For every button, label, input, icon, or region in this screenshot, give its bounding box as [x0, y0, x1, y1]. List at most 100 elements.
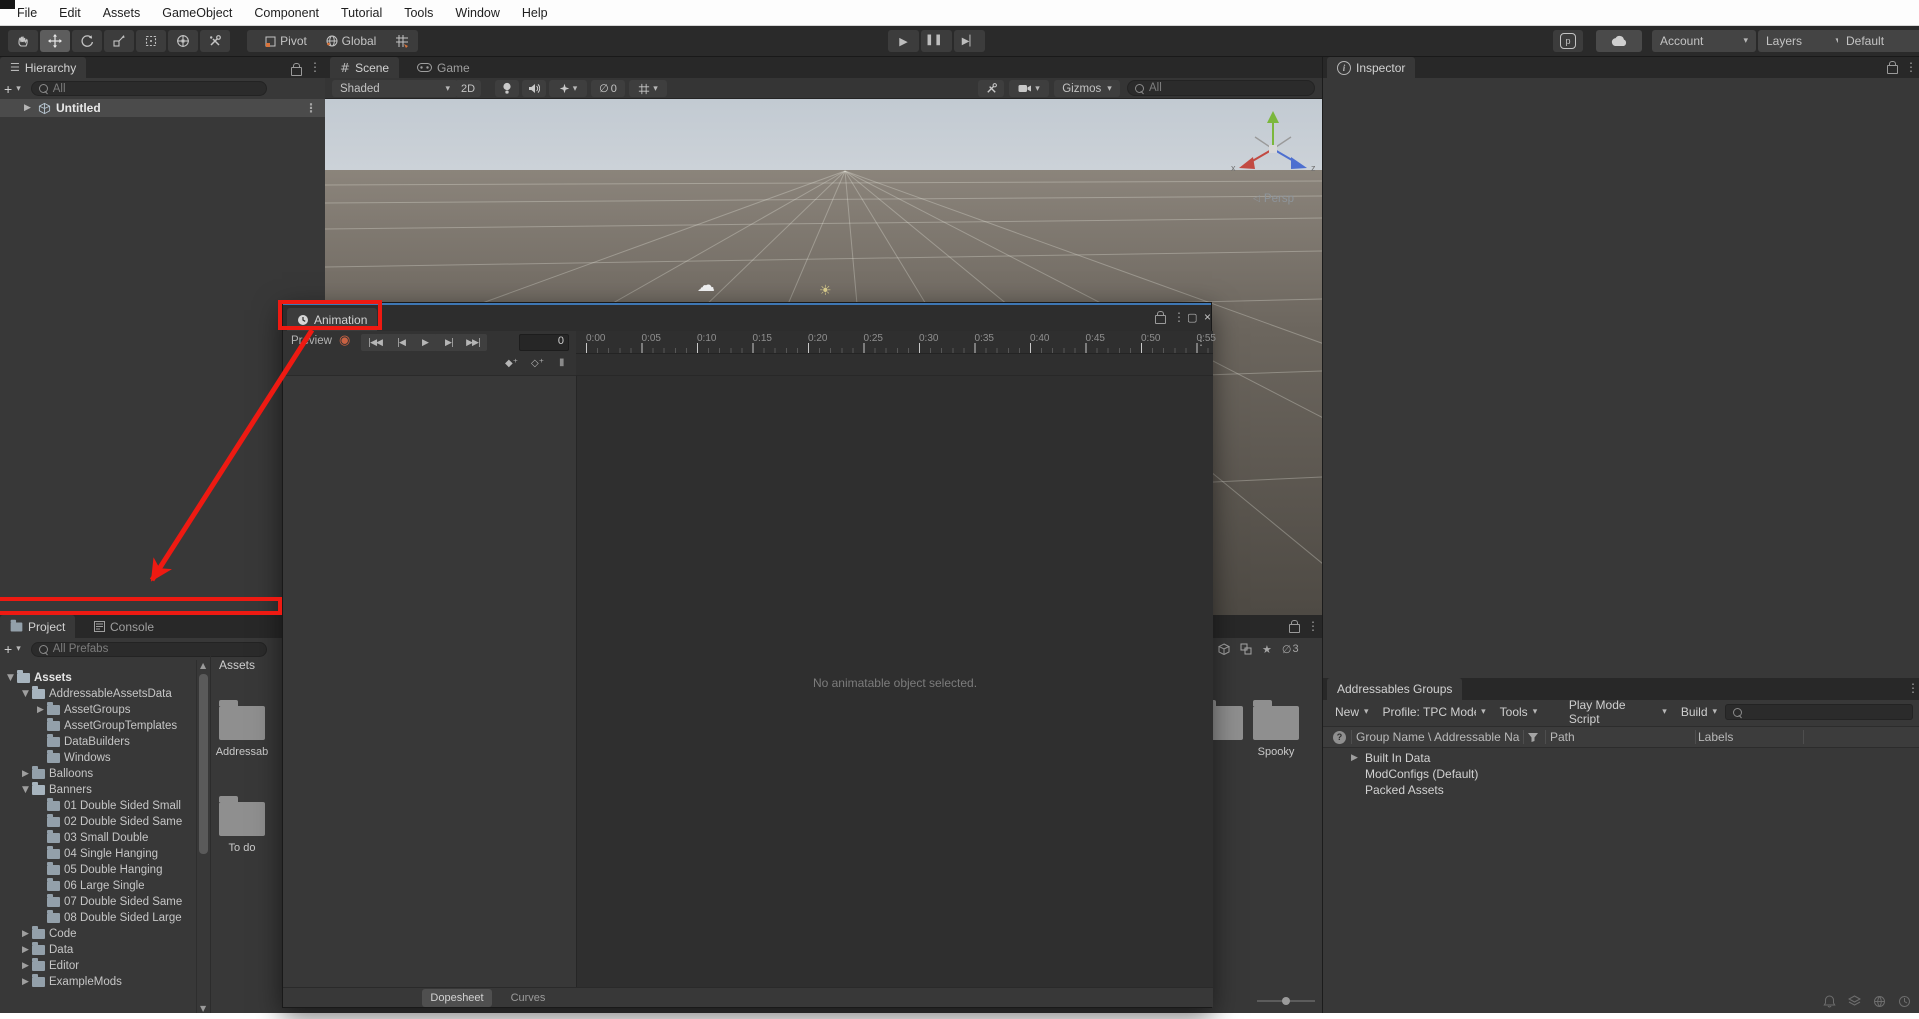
- animation-title-bar[interactable]: Animation ⋮ ▢ ×: [283, 305, 1211, 331]
- tree-item[interactable]: ▶ Data: [0, 942, 196, 958]
- kebab-menu-icon[interactable]: ⋮: [309, 61, 321, 73]
- create-button[interactable]: +: [4, 642, 12, 656]
- tree-item[interactable]: 02 Double Sided Same: [0, 814, 196, 830]
- hidden-objects-toggle[interactable]: ∅ 0: [591, 80, 625, 97]
- expand-arrow-icon[interactable]: ▼: [19, 785, 32, 795]
- expand-arrow-icon[interactable]: ▼: [4, 673, 17, 683]
- rect-tool-icon[interactable]: [136, 30, 166, 52]
- audio-toggle-icon[interactable]: [522, 80, 546, 97]
- tree-item[interactable]: AssetGroupTemplates: [0, 718, 196, 734]
- expand-arrow-icon[interactable]: ▶: [19, 977, 32, 987]
- build-dropdown[interactable]: Build ▾: [1675, 702, 1723, 722]
- addressables-group-row[interactable]: ModConfigs (Default): [1323, 766, 1919, 782]
- network-icon[interactable]: [1873, 995, 1886, 1008]
- scene-camera-dropdown[interactable]: ▾: [1009, 80, 1049, 97]
- shading-mode-dropdown[interactable]: Shaded ▾: [332, 80, 458, 97]
- tree-item[interactable]: DataBuilders: [0, 734, 196, 750]
- filter-icon[interactable]: [1527, 731, 1539, 743]
- addressables-group-row[interactable]: Packed Assets: [1323, 782, 1919, 798]
- folder-label[interactable]: Spooky: [1246, 746, 1306, 758]
- record-button[interactable]: ◉: [339, 333, 350, 348]
- grid-snap-icon[interactable]: [386, 30, 418, 52]
- animation-dopesheet-pane[interactable]: No animatable object selected.: [576, 376, 1213, 987]
- tab-project[interactable]: Project: [0, 615, 76, 638]
- tab-inspector[interactable]: i Inspector: [1327, 57, 1416, 78]
- first-key-button[interactable]: |◀◀: [361, 334, 389, 351]
- animation-property-pane[interactable]: [283, 376, 576, 987]
- add-keyframe-button[interactable]: ◆⁺: [505, 358, 518, 369]
- preview-button[interactable]: Preview: [291, 335, 332, 347]
- maximize-icon[interactable]: ▢: [1187, 311, 1197, 324]
- tree-item[interactable]: ▶ ExampleMods: [0, 974, 196, 990]
- folder-label[interactable]: To do: [212, 842, 272, 854]
- play-button[interactable]: ▶: [888, 30, 919, 52]
- tab-game[interactable]: Game: [407, 57, 480, 78]
- tab-curves[interactable]: Curves: [499, 989, 557, 1007]
- tree-item[interactable]: 03 Small Double: [0, 830, 196, 846]
- addressables-group-row[interactable]: ▶ Built In Data: [1323, 750, 1919, 766]
- folder-icon-todo[interactable]: [219, 796, 265, 836]
- scroll-up-icon[interactable]: ▲: [200, 661, 206, 670]
- tree-item[interactable]: Windows: [0, 750, 196, 766]
- cloud-services-icon[interactable]: [1596, 30, 1642, 52]
- expand-arrow-icon[interactable]: ▶: [19, 945, 32, 955]
- grid-visibility-dropdown[interactable]: ▾: [629, 80, 667, 97]
- menu-item[interactable]: Assets: [92, 6, 152, 20]
- step-button[interactable]: ▶▏: [954, 30, 985, 52]
- tab-addressables-groups[interactable]: Addressables Groups: [1327, 678, 1463, 700]
- thumbnail-size-slider[interactable]: [1257, 997, 1315, 1005]
- column-labels[interactable]: Labels: [1692, 730, 1802, 744]
- scale-tool-icon[interactable]: [104, 30, 134, 52]
- lighting-toggle-icon[interactable]: [495, 80, 519, 97]
- tab-dopesheet[interactable]: Dopesheet: [422, 989, 492, 1007]
- expand-arrow-icon[interactable]: ▶: [24, 103, 38, 113]
- lock-icon[interactable]: [1887, 61, 1898, 74]
- play-mode-script-dropdown[interactable]: Play Mode Script ▾: [1563, 698, 1673, 726]
- notifications-icon[interactable]: [1823, 995, 1836, 1008]
- animation-window[interactable]: Animation ⋮ ▢ × Preview ◉ |◀◀ |◀ ▶ ▶| ▶▶…: [282, 302, 1216, 1008]
- expand-arrow-icon[interactable]: ▼: [19, 689, 32, 699]
- tab-scene[interactable]: # Scene: [330, 57, 400, 78]
- 2d-toggle-button[interactable]: 2D: [455, 80, 481, 97]
- help-icon[interactable]: ?: [1333, 730, 1346, 744]
- scrollbar-thumb[interactable]: [199, 674, 208, 854]
- create-button[interactable]: +: [4, 82, 12, 96]
- expand-arrow-icon[interactable]: ▶: [1351, 753, 1365, 763]
- move-tool-icon[interactable]: [40, 30, 70, 52]
- tab-console[interactable]: Console: [84, 615, 164, 638]
- frame-number-field[interactable]: 0: [519, 334, 569, 351]
- menu-item[interactable]: Help: [511, 6, 559, 20]
- lock-icon[interactable]: [1155, 311, 1166, 324]
- new-group-dropdown[interactable]: New ▾: [1329, 702, 1375, 722]
- pause-button[interactable]: ▌▌: [921, 30, 952, 52]
- lock-icon[interactable]: [291, 63, 302, 76]
- custom-tool-icon[interactable]: [200, 30, 230, 52]
- column-path[interactable]: Path: [1544, 730, 1692, 744]
- tree-item[interactable]: ▶ AssetGroups: [0, 702, 196, 718]
- gizmos-dropdown[interactable]: Gizmos ▾: [1054, 80, 1120, 97]
- tree-scrollbar[interactable]: ▲ ▼: [196, 660, 211, 1014]
- tools-dropdown[interactable]: Tools ▾: [1494, 702, 1544, 722]
- rotate-tool-icon[interactable]: [72, 30, 102, 52]
- last-key-button[interactable]: ▶▶|: [459, 334, 487, 351]
- create-dropdown-icon[interactable]: ▾: [16, 84, 21, 94]
- hierarchy-item-untitled[interactable]: ▶ Untitled ⋮: [0, 99, 325, 117]
- transform-tool-icon[interactable]: [168, 30, 198, 52]
- menu-item[interactable]: GameObject: [151, 6, 243, 20]
- folder-label[interactable]: Addressab: [212, 746, 272, 758]
- expand-arrow-icon[interactable]: ▶: [19, 961, 32, 971]
- hierarchy-search-input[interactable]: All: [30, 81, 267, 96]
- addressables-search-input[interactable]: [1725, 704, 1914, 720]
- tree-item[interactable]: 08 Double Sided Large: [0, 910, 196, 926]
- tree-item[interactable]: 01 Double Sided Small: [0, 798, 196, 814]
- kebab-menu-icon[interactable]: ⋮: [1907, 682, 1919, 694]
- kebab-menu-icon[interactable]: ⋮: [1905, 61, 1917, 73]
- effects-dropdown[interactable]: ▾: [549, 80, 587, 97]
- tree-item[interactable]: ▶ Editor: [0, 958, 196, 974]
- tab-hierarchy[interactable]: ☰ Hierarchy: [0, 57, 87, 78]
- progress-icon[interactable]: [1898, 995, 1911, 1008]
- account-dropdown[interactable]: Account ▾: [1652, 30, 1756, 52]
- profile-dropdown[interactable]: Profile: TPC Mode ▾: [1377, 702, 1492, 722]
- menu-item[interactable]: Edit: [48, 6, 92, 20]
- menu-item[interactable]: Tools: [393, 6, 444, 20]
